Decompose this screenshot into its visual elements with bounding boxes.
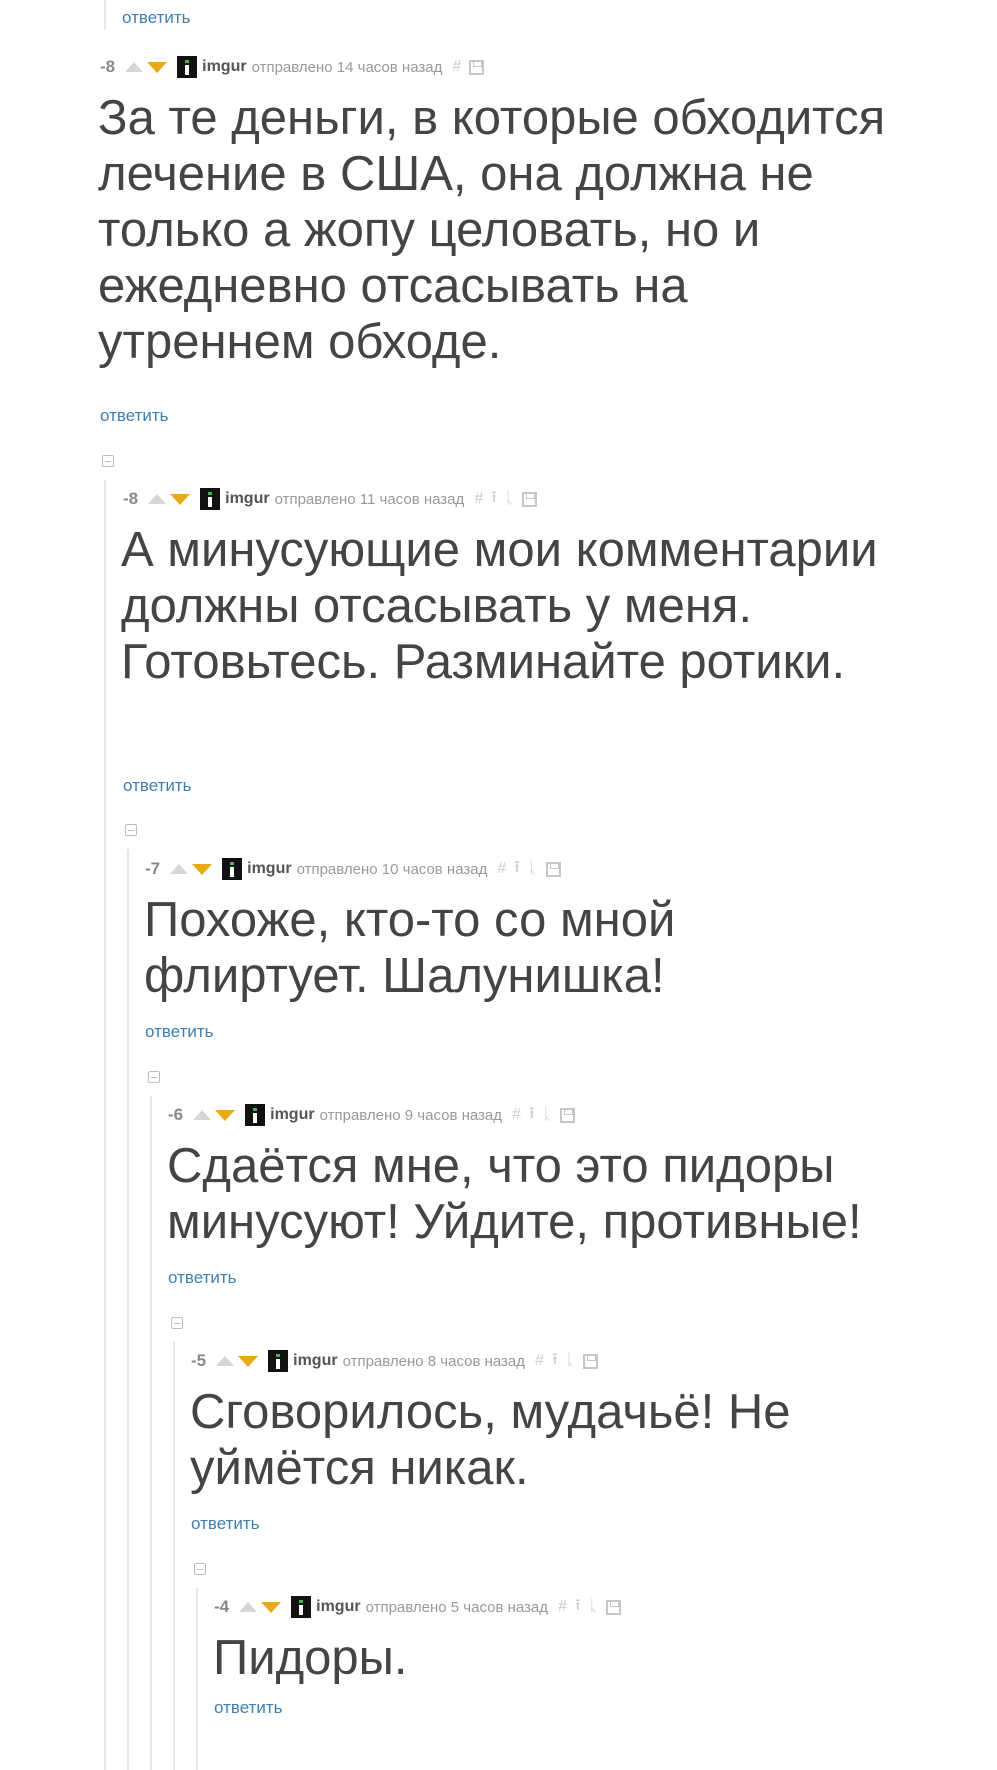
- reply-link[interactable]: ответить: [168, 1268, 237, 1288]
- thread-line: [104, 480, 106, 1770]
- comment-meta: -4 imgur отправлено 5 часов назад # ⭱ ᚳ: [214, 1594, 629, 1620]
- comment-text: Похоже, кто-то со мной флиртует. Шалуниш…: [144, 893, 676, 1003]
- reply-link[interactable]: ответить: [145, 1022, 214, 1042]
- username[interactable]: imgur: [316, 1598, 360, 1616]
- downvote-arrow-icon[interactable]: [215, 1109, 236, 1121]
- upvote-arrow-icon[interactable]: [170, 864, 189, 874]
- username[interactable]: imgur: [270, 1106, 314, 1124]
- comment-timestamp: отправлено 10 часов назад: [296, 860, 488, 878]
- parent-arrow-icon[interactable]: ⭱: [491, 486, 497, 513]
- comment-text: За те деньги, в которые обходится лечени…: [98, 91, 886, 369]
- comment-timestamp: отправлено 9 часов назад: [319, 1106, 503, 1124]
- comment-score: -8: [100, 57, 116, 76]
- user-avatar[interactable]: [222, 858, 243, 880]
- permalink-hash-icon[interactable]: #: [474, 490, 483, 508]
- user-avatar[interactable]: [177, 56, 198, 78]
- collapse-button[interactable]: [102, 455, 114, 467]
- permalink-hash-icon[interactable]: #: [512, 1106, 521, 1124]
- comment-score: -7: [145, 859, 161, 878]
- reply-link[interactable]: ответить: [122, 8, 191, 28]
- parent-arrow-icon[interactable]: ⭱: [529, 1102, 535, 1129]
- save-icon[interactable]: [545, 861, 561, 877]
- permalink-hash-icon[interactable]: #: [452, 58, 461, 76]
- save-icon[interactable]: [469, 59, 485, 75]
- comment-meta: -8 imgur отправлено 11 часов назад # ⭱ ᚳ: [123, 486, 545, 512]
- user-avatar[interactable]: [200, 488, 221, 510]
- thread-tree-icon[interactable]: ᚳ: [505, 490, 515, 508]
- comment-text: Сговорилось, мудачьё! Не уймётся никак.: [190, 1385, 791, 1495]
- upvote-arrow-icon[interactable]: [239, 1602, 258, 1612]
- save-icon[interactable]: [606, 1599, 622, 1615]
- comment-meta: -5 imgur отправлено 8 часов назад # ⭱ ᚳ: [191, 1348, 606, 1374]
- downvote-arrow-icon[interactable]: [192, 863, 213, 875]
- parent-arrow-icon[interactable]: ⭱: [514, 856, 520, 883]
- comment-score: -5: [191, 1351, 207, 1370]
- thread-tree-icon[interactable]: ᚳ: [543, 1106, 553, 1124]
- comment-meta: -7 imgur отправлено 10 часов назад # ⭱ ᚳ: [145, 856, 569, 882]
- thread-tree-icon[interactable]: ᚳ: [566, 1352, 576, 1370]
- user-avatar[interactable]: [245, 1104, 266, 1126]
- reply-link[interactable]: ответить: [123, 776, 192, 796]
- comment-text: А минусующие мои комментарии должны отса…: [121, 523, 878, 689]
- comment-text: Пидоры.: [213, 1631, 408, 1685]
- upvote-arrow-icon[interactable]: [193, 1110, 212, 1120]
- collapse-button[interactable]: [171, 1317, 183, 1329]
- comment-text: Сдаётся мне, что это пидоры минусуют! Уй…: [167, 1139, 862, 1249]
- downvote-arrow-icon[interactable]: [261, 1601, 282, 1613]
- downvote-arrow-icon[interactable]: [147, 61, 168, 73]
- thread-line: [173, 1342, 175, 1770]
- username[interactable]: imgur: [293, 1352, 337, 1370]
- thread-tree-icon[interactable]: ᚳ: [589, 1598, 599, 1616]
- comment-score: -8: [123, 489, 139, 508]
- comment-score: -6: [168, 1105, 184, 1124]
- reply-link[interactable]: ответить: [191, 1514, 260, 1534]
- permalink-hash-icon[interactable]: #: [558, 1598, 567, 1616]
- thread-line: [127, 849, 129, 1770]
- username[interactable]: imgur: [225, 490, 269, 508]
- save-icon[interactable]: [583, 1353, 599, 1369]
- user-avatar[interactable]: [268, 1350, 289, 1372]
- parent-arrow-icon[interactable]: ⭱: [575, 1594, 581, 1621]
- permalink-hash-icon[interactable]: #: [535, 1352, 544, 1370]
- permalink-hash-icon[interactable]: #: [497, 860, 506, 878]
- upvote-arrow-icon[interactable]: [148, 494, 167, 504]
- thread-tree-icon[interactable]: ᚳ: [528, 860, 538, 878]
- collapse-button[interactable]: [148, 1071, 160, 1083]
- comment-meta: -8 imgur отправлено 14 часов назад #: [100, 54, 492, 80]
- user-avatar[interactable]: [291, 1596, 312, 1618]
- downvote-arrow-icon[interactable]: [170, 493, 191, 505]
- username[interactable]: imgur: [202, 58, 246, 76]
- upvote-arrow-icon[interactable]: [125, 62, 144, 72]
- username[interactable]: imgur: [247, 860, 291, 878]
- reply-link[interactable]: ответить: [214, 1698, 283, 1718]
- collapse-button[interactable]: [125, 824, 137, 836]
- save-icon[interactable]: [522, 491, 538, 507]
- collapse-button[interactable]: [194, 1563, 206, 1575]
- downvote-arrow-icon[interactable]: [238, 1355, 259, 1367]
- comment-score: -4: [214, 1597, 230, 1616]
- comment-meta: -6 imgur отправлено 9 часов назад # ⭱ ᚳ: [168, 1102, 583, 1128]
- thread-line: [104, 0, 106, 30]
- thread-line: [150, 1096, 152, 1770]
- comment-timestamp: отправлено 5 часов назад: [365, 1598, 549, 1616]
- reply-link[interactable]: ответить: [100, 406, 169, 426]
- comment-timestamp: отправлено 14 часов назад: [251, 58, 443, 76]
- upvote-arrow-icon[interactable]: [216, 1356, 235, 1366]
- comment-timestamp: отправлено 11 часов назад: [274, 490, 465, 508]
- comment-timestamp: отправлено 8 часов назад: [342, 1352, 526, 1370]
- thread-line: [196, 1588, 198, 1770]
- save-icon[interactable]: [560, 1107, 576, 1123]
- parent-arrow-icon[interactable]: ⭱: [552, 1348, 558, 1375]
